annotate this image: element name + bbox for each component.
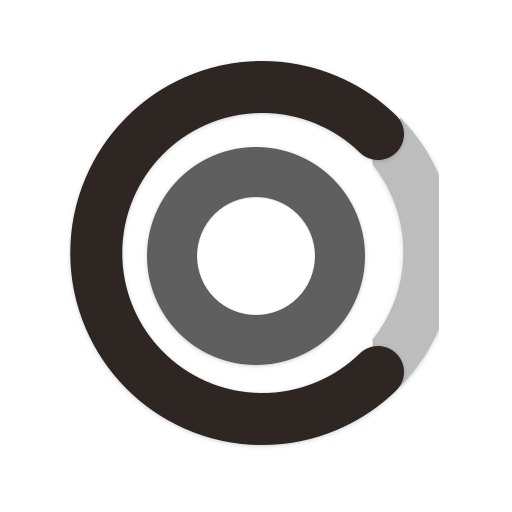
center-disc — [198, 198, 314, 314]
concentric-ring-logo-icon — [70, 61, 456, 445]
outer-arc-light — [362, 117, 456, 387]
app-icon-canvas — [0, 0, 512, 512]
